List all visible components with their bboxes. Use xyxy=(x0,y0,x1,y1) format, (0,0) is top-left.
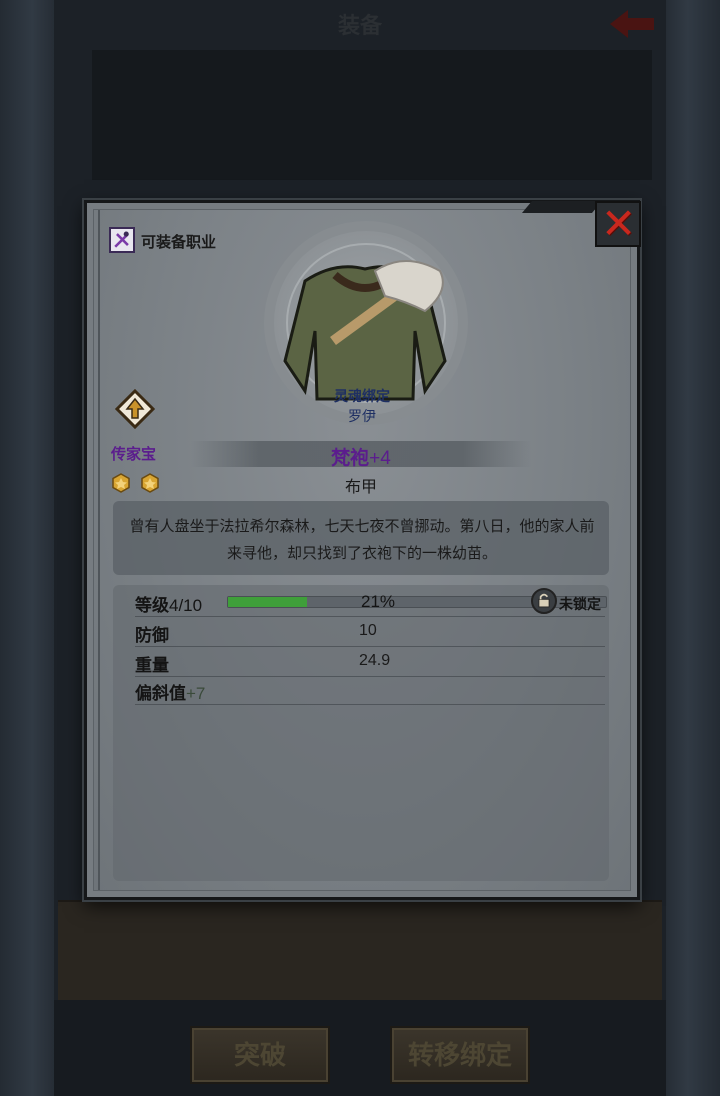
owner-name: 罗伊 xyxy=(348,408,376,424)
footer xyxy=(54,1000,666,1096)
rarity-label: 传家宝 xyxy=(111,446,157,463)
left-border xyxy=(0,0,54,1096)
lock-status[interactable]: 未锁定 xyxy=(559,594,601,614)
level-row: 等级4/10 21% 未锁定 xyxy=(135,587,607,617)
item-name-text: 梵袍 xyxy=(331,448,370,469)
stat-row-defense: 防御 10 xyxy=(135,617,605,647)
item-type: 布甲 xyxy=(344,479,377,496)
soulbound-label: 灵魂绑定 xyxy=(334,388,390,404)
transfer-binding-button[interactable]: 转移绑定 xyxy=(390,1026,530,1084)
lock-icon[interactable] xyxy=(531,588,557,614)
item-description: 曾有人盘坐于法拉希尔森林，七天七夜不曾挪动。第八日，他的家人前来寻他，却只找到了… xyxy=(129,518,595,562)
star-rating xyxy=(111,473,164,495)
class-label: 可装备职业 xyxy=(141,234,217,251)
level-progress-fill xyxy=(228,597,308,607)
right-border xyxy=(666,0,720,1096)
class-icon[interactable] xyxy=(109,227,135,253)
bias-label: 偏斜值+7 xyxy=(135,679,205,704)
break-through-button[interactable]: 突破 xyxy=(190,1026,330,1084)
level-label: 等级4/10 xyxy=(135,591,202,616)
level-label-text: 等级 xyxy=(135,596,169,615)
robe-icon xyxy=(283,260,447,401)
close-button[interactable]: ✕ xyxy=(595,201,641,247)
star-icon xyxy=(141,473,159,493)
item-plus-level: +4 xyxy=(369,448,391,469)
heirloom-icon xyxy=(115,389,155,429)
level-progress-text: 21% xyxy=(361,592,396,611)
star-icon xyxy=(112,473,130,493)
bottom-panel xyxy=(58,900,662,1000)
stat-label: 防御 xyxy=(135,626,169,645)
close-icon: ✕ xyxy=(601,199,637,248)
popup-edge xyxy=(98,210,100,890)
item-detail-popup: ✕ 可装备职业 灵魂绑定 罗伊 传家宝 梵袍+4 布甲 曾有人盘坐于法拉希尔森林… xyxy=(84,200,641,900)
stat-row-weight: 重量 24.9 xyxy=(135,647,605,677)
stat-value: 24.9 xyxy=(359,652,391,669)
header-panel xyxy=(92,50,652,180)
bias-value: +7 xyxy=(186,684,206,703)
level-value: 4/10 xyxy=(169,596,203,615)
bias-label-text: 偏斜值 xyxy=(135,684,186,703)
corner-decoration xyxy=(521,201,603,213)
item-name: 梵袍+4 xyxy=(191,443,531,470)
stat-label: 重量 xyxy=(135,656,169,675)
stat-row-bias: 偏斜值+7 xyxy=(135,675,605,705)
back-arrow-icon[interactable] xyxy=(606,4,658,44)
stat-value: 10 xyxy=(359,622,377,639)
